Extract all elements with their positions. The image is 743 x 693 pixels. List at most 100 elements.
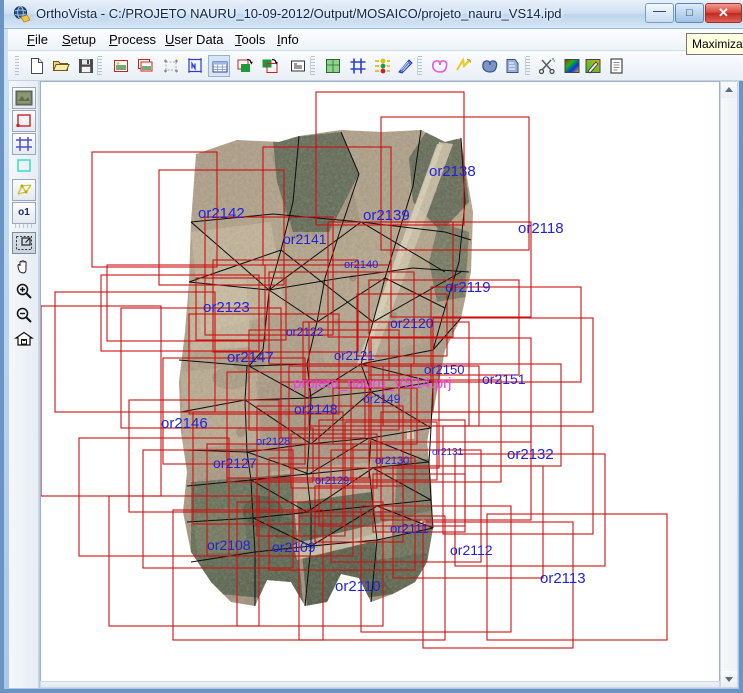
main-toolbar [8,51,743,81]
yellow-network-icon [14,181,34,204]
show-images-tool[interactable] [12,87,36,109]
image-label-or2113: or2113 [540,570,586,587]
minimize-icon: — [653,3,666,18]
measure-button[interactable] [184,55,206,77]
select-rect-tool[interactable] [12,232,36,254]
left-tool-palette: o1 [9,81,39,688]
show-footprints-tool[interactable] [12,110,36,132]
export-green-button[interactable] [234,55,256,77]
radiometry-pink-button[interactable] [428,55,450,77]
chevron-down-icon [725,677,733,682]
toolbar-grip[interactable] [15,56,19,76]
image-label-or2146: or2146 [161,415,208,432]
image-label-or2111: or2111 [390,521,429,536]
image-table-button[interactable] [208,55,230,77]
image-label-or2121: or2121 [334,348,375,363]
palette-button[interactable] [561,55,583,77]
image-label-or2119: or2119 [445,279,491,296]
image-label-or2120: or2120 [390,315,434,331]
map-canvas-frame[interactable]: or2138 or2142 or2139 or2118 or2141 or2140 or21… [40,81,720,688]
minimize-button[interactable]: — [645,3,674,23]
menu-item-tools[interactable]: Tools [228,31,272,49]
maximize-icon: □ [686,7,693,19]
canvas-vertical-scrollbar[interactable] [720,81,738,688]
seamline-grid-button[interactable] [347,55,369,77]
images-stack-icon [137,57,157,75]
scroll-up-button[interactable] [721,82,737,98]
histogram-blue-button[interactable] [478,55,500,77]
add-image-button[interactable] [110,55,132,77]
menu-item-user-data[interactable]: User Data [158,31,231,49]
traffic-dots-icon [373,57,393,75]
blue-shape-icon [480,57,500,75]
image-label-or2128: or2128 [256,436,291,448]
image-label-or2122: or2122 [286,325,324,339]
show-seamlines-tool[interactable] [12,156,36,178]
maximize-tooltip: Maximizar [686,33,743,55]
image-label-or2131: or2131 [432,447,464,458]
save-project-button[interactable] [75,55,97,77]
show-tiepoints-tool[interactable] [12,179,36,201]
feather-button[interactable] [394,55,416,77]
scroll-down-button[interactable] [721,671,737,687]
image-label-or2108: or2108 [207,537,251,553]
zoom-in-tool[interactable] [12,281,36,303]
menu-item-file[interactable]: File [20,31,55,49]
image-label-or2130: or2130 [375,455,410,467]
image-thumb-icon [14,89,34,112]
new-document-button[interactable] [26,55,48,77]
toolbar-grip[interactable] [98,56,102,76]
image-label-or2129: or2129 [315,475,350,487]
add-images-batch-button[interactable] [135,55,157,77]
toolbar-grip[interactable] [418,56,422,76]
floppy-save-icon [77,57,97,75]
close-button[interactable]: ✕ [705,3,742,23]
contrast-button[interactable] [501,55,523,77]
menu-item-info[interactable]: Info [270,31,306,49]
eyedropper-button[interactable] [582,55,604,77]
image-add-icon [112,57,132,75]
palette-separator [15,224,33,228]
image-label-or2112: or2112 [450,542,493,558]
toolbar-grip[interactable] [526,56,530,76]
image-label-or2141: or2141 [283,231,327,247]
red-rectangle-icon [14,112,34,135]
report-list-button[interactable] [287,55,309,77]
eyedropper-icon [584,57,604,75]
report-lines-icon [289,57,309,75]
image-label-or2132: or2132 [507,446,554,463]
cyan-rectangle-icon [14,157,34,180]
import-green-button[interactable] [259,55,281,77]
import-green-icon [261,57,281,75]
dodging-button[interactable] [453,55,475,77]
o1-label-icon: o1 [18,207,30,218]
marquee-select-icon [14,234,34,257]
image-label-or2148: or2148 [294,401,338,417]
overlay-labels-tool[interactable]: o1 [12,202,36,224]
tie-points-button[interactable] [160,55,182,77]
close-icon: ✕ [718,5,729,20]
color-balance-button[interactable] [371,55,393,77]
image-label-or2123: or2123 [203,299,250,316]
open-project-button[interactable] [50,55,72,77]
menu-item-setup[interactable]: Setup [55,31,103,49]
menu-item-process[interactable]: Process [102,31,163,49]
pan-tool[interactable] [12,257,36,279]
toolbar-grip[interactable] [311,56,315,76]
cut-seamline-button[interactable] [536,55,558,77]
blue-grid-icon [14,135,34,158]
zoom-home-tool[interactable] [12,329,36,351]
application-window: OrthoVista - C:/PROJETO NAURU_10-09-2012… [0,0,743,693]
yellow-bolt-icon [455,57,475,75]
maximize-button[interactable]: □ [675,3,704,23]
image-label-or2140: or2140 [344,259,379,271]
open-folder-icon [52,57,72,75]
mosaic-preview-button[interactable] [322,55,344,77]
blue-sheet-icon [503,57,523,75]
notes-button[interactable] [605,55,627,77]
map-canvas[interactable]: or2138 or2142 or2139 or2118 or2141 or2140 or21… [41,82,719,687]
globe-icon [14,6,31,23]
zoom-out-tool[interactable] [12,305,36,327]
show-blocks-tool[interactable] [12,133,36,155]
color-swatch-icon [563,57,583,75]
